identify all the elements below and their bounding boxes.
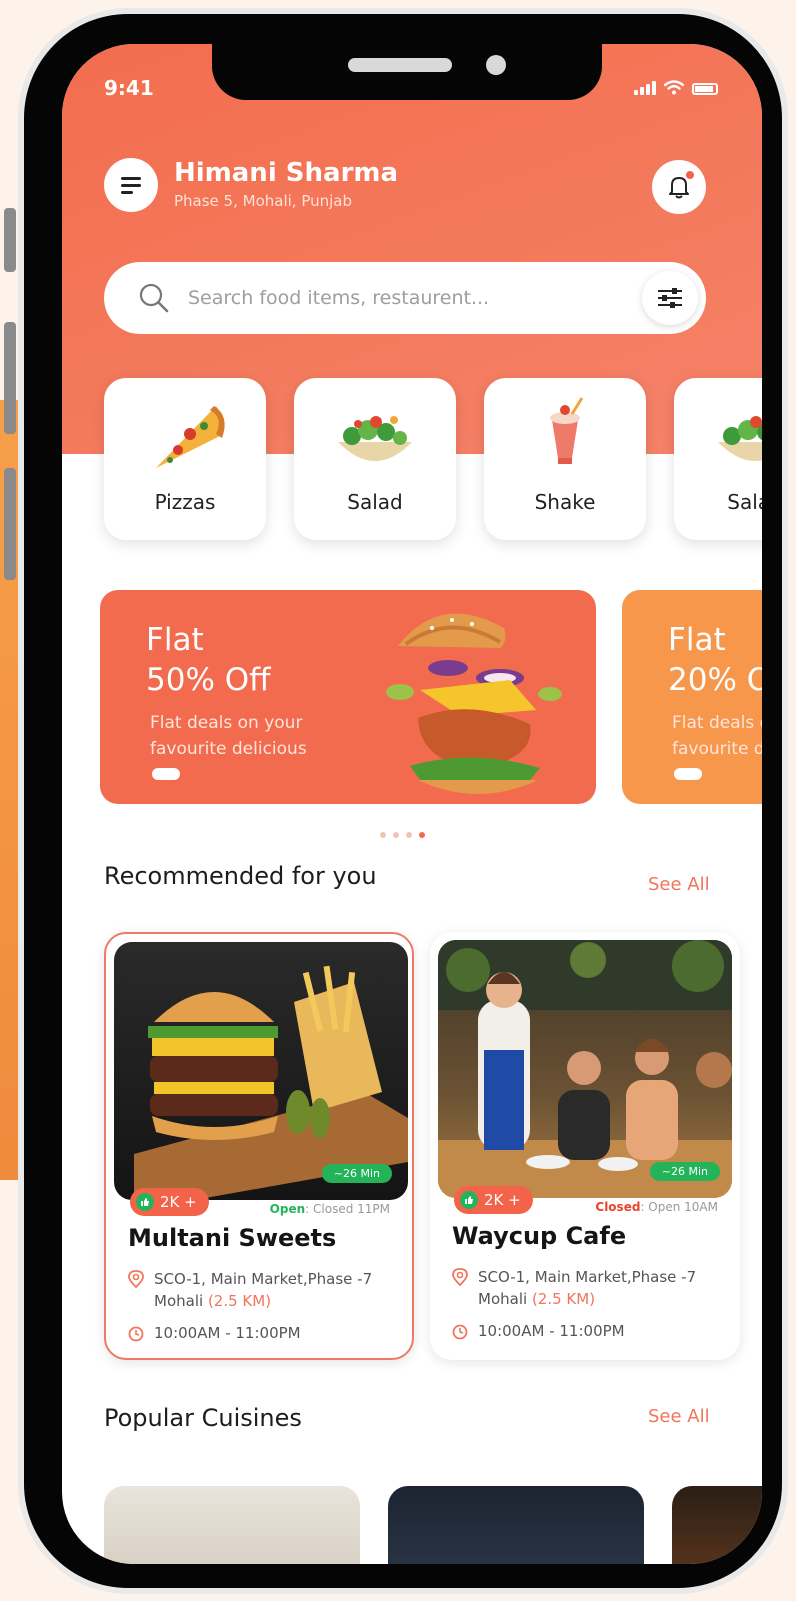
carousel-dot[interactable]	[393, 832, 399, 838]
location-pin-icon	[128, 1270, 144, 1288]
search-bar	[104, 262, 706, 334]
notch	[212, 44, 602, 100]
popular-see-all-link[interactable]: See All	[648, 1406, 710, 1427]
banner-subtitle: Flat deals on your favourite delicious	[672, 713, 762, 759]
menu-icon	[121, 176, 141, 180]
restaurant-image	[114, 942, 408, 1200]
user-name: Himani Sharma	[174, 158, 399, 188]
category-label: Pizzas	[154, 490, 216, 514]
likes-badge: 2K +	[130, 1188, 209, 1216]
thumbs-up-icon	[136, 1193, 154, 1211]
category-card-shake[interactable]: Shake	[484, 378, 646, 540]
search-input[interactable]	[188, 280, 588, 316]
carousel-dot-active[interactable]	[419, 832, 425, 838]
phone-volume-up-button	[4, 322, 16, 434]
restaurant-hours: 10:00AM - 11:00PM	[154, 1324, 301, 1342]
front-camera	[486, 55, 506, 75]
restaurant-name: Multani Sweets	[128, 1224, 337, 1252]
app-screen: 9:41 Himani Sharma Phase 5, Mohali, Punj…	[62, 44, 762, 1564]
likes-badge: 2K +	[454, 1186, 533, 1214]
category-label: Salad	[727, 490, 762, 514]
notification-badge	[686, 171, 694, 179]
phone-volume-down-button	[4, 468, 16, 580]
restaurant-image	[438, 940, 732, 1198]
filter-button[interactable]	[642, 271, 698, 325]
category-label: Salad	[347, 490, 403, 514]
clock-icon	[452, 1324, 468, 1340]
user-location[interactable]: Phase 5, Mohali, Punjab	[174, 192, 352, 210]
restaurant-name: Waycup Cafe	[452, 1222, 627, 1250]
banner-arrow-button[interactable]	[674, 768, 702, 780]
shake-icon	[550, 397, 584, 464]
carousel-dot[interactable]	[406, 832, 412, 838]
restaurant-hours: 10:00AM - 11:00PM	[478, 1322, 625, 1340]
salad-bowl-icon	[718, 416, 762, 461]
cafe-diners-image	[438, 940, 732, 1198]
battery-icon	[692, 83, 718, 95]
category-card-salad-2[interactable]: Salad	[674, 378, 762, 540]
cuisine-card[interactable]	[672, 1486, 762, 1564]
menu-button[interactable]	[104, 158, 158, 212]
filter-icon	[658, 288, 682, 308]
eta-badge: ~26 Min	[649, 1162, 720, 1181]
wifi-icon	[664, 80, 684, 95]
signal-icon	[634, 81, 656, 95]
status-time: 9:41	[104, 76, 154, 100]
restaurant-address: SCO-1, Main Market,Phase -7 Mohali (2.5 …	[154, 1270, 373, 1310]
restaurant-address: SCO-1, Main Market,Phase -7 Mohali (2.5 …	[478, 1268, 697, 1308]
search-icon	[139, 283, 169, 313]
bell-icon	[669, 177, 689, 199]
status-icons	[634, 80, 718, 95]
banner-subtitle: Flat deals on your favourite delicious	[150, 713, 307, 759]
eta-badge: ~26 Min	[321, 1164, 392, 1183]
category-label: Shake	[534, 490, 596, 514]
banner-arrow-button[interactable]	[152, 768, 180, 780]
restaurant-card-multani-sweets[interactable]: ~26 Min 2K + Open: Closed 11PM Multani S…	[104, 932, 414, 1360]
promo-banner-50[interactable]: Flat 50% Off Flat deals on your favourit…	[100, 590, 596, 804]
recommended-see-all-link[interactable]: See All	[648, 874, 710, 895]
recommended-title: Recommended for you	[104, 862, 377, 890]
banner-title: Flat 20% Off	[668, 622, 762, 698]
phone-side-button	[4, 208, 16, 272]
category-card-pizzas[interactable]: Pizzas	[104, 378, 266, 540]
burger-fries-image	[134, 965, 408, 1200]
location-pin-icon	[452, 1268, 468, 1286]
burger-image	[386, 613, 562, 794]
notification-button[interactable]	[652, 160, 706, 214]
speaker	[348, 58, 452, 72]
popular-cuisines-title: Popular Cuisines	[104, 1404, 302, 1432]
pizza-icon	[156, 406, 225, 468]
open-status: Closed: Open 10AM	[595, 1200, 718, 1214]
salad-bowl-icon	[338, 416, 412, 461]
carousel-indicator	[380, 832, 425, 838]
promo-banner-20[interactable]: Flat 20% Off Flat deals on your favourit…	[622, 590, 762, 804]
thumbs-up-icon	[460, 1191, 478, 1209]
open-status: Open: Closed 11PM	[269, 1202, 390, 1216]
category-card-salad[interactable]: Salad	[294, 378, 456, 540]
cuisine-card[interactable]	[388, 1486, 644, 1564]
clock-icon	[128, 1326, 144, 1342]
banner-title: Flat 50% Off	[146, 622, 271, 698]
cuisine-card[interactable]	[104, 1486, 360, 1564]
restaurant-card-waycup-cafe[interactable]: ~26 Min 2K + Closed: Open 10AM Waycup Ca…	[430, 932, 740, 1360]
carousel-dot[interactable]	[380, 832, 386, 838]
